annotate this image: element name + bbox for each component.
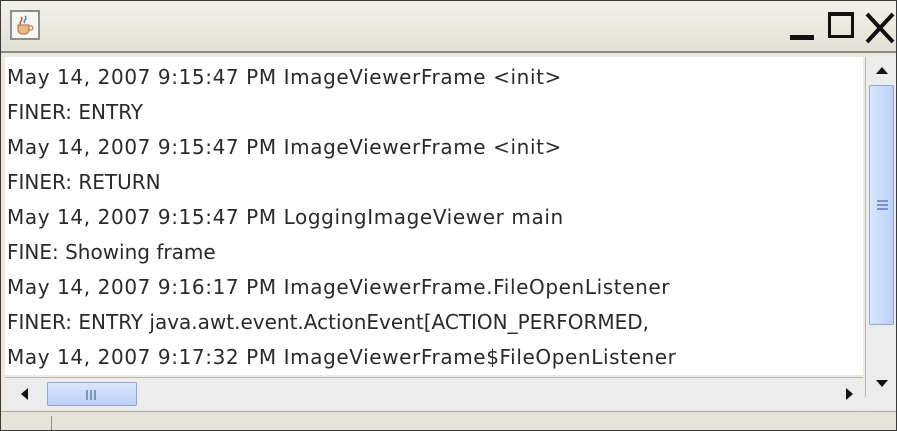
grip-icon [86,390,96,400]
java-coffee-icon[interactable] [10,10,40,40]
scroll-down-button[interactable] [869,371,895,395]
log-window: May 14, 2007 9:15:47 PM ImageViewerFrame… [0,0,897,431]
vertical-scroll-thumb[interactable] [869,85,894,325]
arrow-down-icon [876,380,888,387]
log-line: FINER: RETURN [7,170,161,194]
title-bar[interactable] [1,1,896,53]
bottom-strip [1,411,896,430]
vertical-scrollbar[interactable] [865,57,896,397]
close-icon [865,12,895,44]
scroll-up-button[interactable] [869,59,895,83]
scrollbar-corner [865,398,896,410]
log-text-area[interactable]: May 14, 2007 9:15:47 PM ImageViewerFrame… [5,57,863,375]
arrow-right-icon [846,388,853,400]
scroll-left-button[interactable] [13,382,37,406]
horizontal-scrollbar[interactable] [5,377,863,410]
log-line: FINER: ENTRY [7,100,144,124]
log-line: May 14, 2007 9:15:47 PM ImageViewerFrame… [7,135,562,159]
log-line: May 14, 2007 9:16:17 PM ImageViewerFrame… [7,275,671,299]
log-line: May 14, 2007 9:15:47 PM LoggingImageView… [7,205,564,229]
minimize-button[interactable] [785,9,819,43]
maximize-button[interactable] [824,9,858,43]
arrow-left-icon [21,388,28,400]
scroll-right-button[interactable] [837,382,861,406]
log-line: FINE: Showing frame [7,240,216,264]
grip-icon [877,200,888,210]
log-line: May 14, 2007 9:15:47 PM ImageViewerFrame… [7,65,562,89]
arrow-up-icon [876,67,888,74]
close-button[interactable] [861,9,895,44]
log-line: May 14, 2007 9:17:32 PM ImageViewerFrame… [7,345,677,369]
log-line: FINER: ENTRY java.awt.event.ActionEvent[… [7,310,650,334]
horizontal-scroll-thumb[interactable] [47,382,137,406]
